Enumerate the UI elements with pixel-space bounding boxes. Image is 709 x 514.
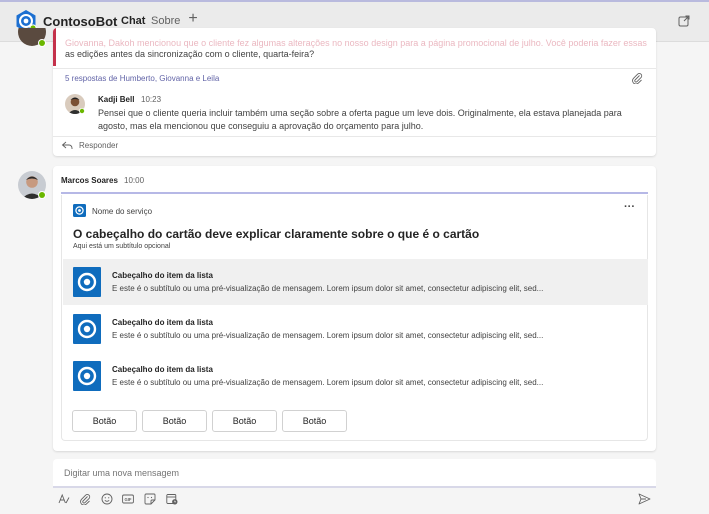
schedule-meeting-icon[interactable] xyxy=(166,493,178,505)
reply-arrow-icon[interactable] xyxy=(61,139,73,151)
reply-timestamp: 10:23 xyxy=(141,95,162,104)
list-item[interactable]: Cabeçalho do item da lista E este é o su… xyxy=(63,306,648,352)
attach-icon[interactable] xyxy=(79,493,91,505)
card-accent-bar xyxy=(61,192,648,194)
card-button-4[interactable]: Botão xyxy=(282,410,347,432)
card-button-1[interactable]: Botão xyxy=(72,410,137,432)
svg-text:GIF: GIF xyxy=(125,497,132,502)
replies-link[interactable]: 5 respostas de Humberto, Giovanna e Leil… xyxy=(65,74,219,83)
avatar[interactable] xyxy=(18,171,46,199)
gif-icon[interactable]: GIF xyxy=(122,493,134,505)
paperclip-icon xyxy=(632,73,643,84)
message-card: Marcos Soares 10:00 Nome do serviço ··· … xyxy=(53,166,656,451)
list-item-icon xyxy=(73,361,101,391)
avatar[interactable] xyxy=(65,94,85,114)
more-options-icon[interactable]: ··· xyxy=(624,202,638,213)
list-item-subtitle: E este é o subtítulo ou uma pré-visualiz… xyxy=(112,331,544,340)
message-input[interactable] xyxy=(64,468,624,478)
card-button-3[interactable]: Botão xyxy=(212,410,277,432)
list-item-subtitle: E este é o subtítulo ou uma pré-visualiz… xyxy=(112,378,544,387)
list-item[interactable]: Cabeçalho do item da lista E este é o su… xyxy=(63,353,648,399)
reply-text: Pensei que o cliente queria incluir tamb… xyxy=(98,108,622,118)
format-icon[interactable] xyxy=(58,493,70,505)
list-item-heading: Cabeçalho do item da lista xyxy=(112,365,213,374)
list-item-icon xyxy=(73,267,101,297)
list-item-icon xyxy=(73,314,101,344)
divider xyxy=(53,136,656,137)
message-timestamp: 10:00 xyxy=(124,176,145,185)
list-item-heading: Cabeçalho do item da lista xyxy=(112,271,213,280)
emoji-icon[interactable] xyxy=(101,493,113,505)
popout-icon[interactable] xyxy=(678,15,690,27)
header-accent-line xyxy=(0,0,709,2)
sticker-icon[interactable] xyxy=(144,493,156,505)
list-item-subtitle: E este é o subtítulo ou uma pré-visualiz… xyxy=(112,284,544,293)
card-button-2[interactable]: Botão xyxy=(142,410,207,432)
thread-card: Giovanna, Dakoh mencionou que o cliente … xyxy=(53,28,656,156)
message-author: Marcos Soares xyxy=(61,176,118,185)
plus-icon[interactable]: + xyxy=(186,11,200,27)
service-icon xyxy=(73,204,86,217)
list-item-heading: Cabeçalho do item da lista xyxy=(112,318,213,327)
tab-chat[interactable]: Chat xyxy=(121,15,145,27)
app-name: ContosoBot xyxy=(43,14,118,29)
card-subtitle: Aqui está um subtítulo opcional xyxy=(73,243,171,250)
divider xyxy=(53,68,656,69)
tab-sobre[interactable]: Sobre xyxy=(151,15,180,27)
send-icon[interactable] xyxy=(638,493,651,505)
reply-button[interactable]: Responder xyxy=(79,141,118,150)
avatar[interactable] xyxy=(18,28,46,50)
card-title: O cabeçalho do cartão deve explicar clar… xyxy=(73,227,480,241)
service-name: Nome do serviço xyxy=(92,207,153,216)
compose-box[interactable] xyxy=(53,459,656,488)
message-text-truncated: Giovanna, Dakoh mencionou que o cliente … xyxy=(65,38,647,48)
message-text: as edições antes da sincronização com o … xyxy=(65,49,315,59)
reply-author: Kadji Bell xyxy=(98,95,135,104)
list-item[interactable]: Cabeçalho do item da lista E este é o su… xyxy=(63,259,648,305)
importance-bar xyxy=(53,28,56,66)
reply-text: agosto, mas ela mencionou que conseguiu … xyxy=(98,121,424,131)
adaptive-card: Nome do serviço ··· O cabeçalho do cartã… xyxy=(61,195,648,441)
